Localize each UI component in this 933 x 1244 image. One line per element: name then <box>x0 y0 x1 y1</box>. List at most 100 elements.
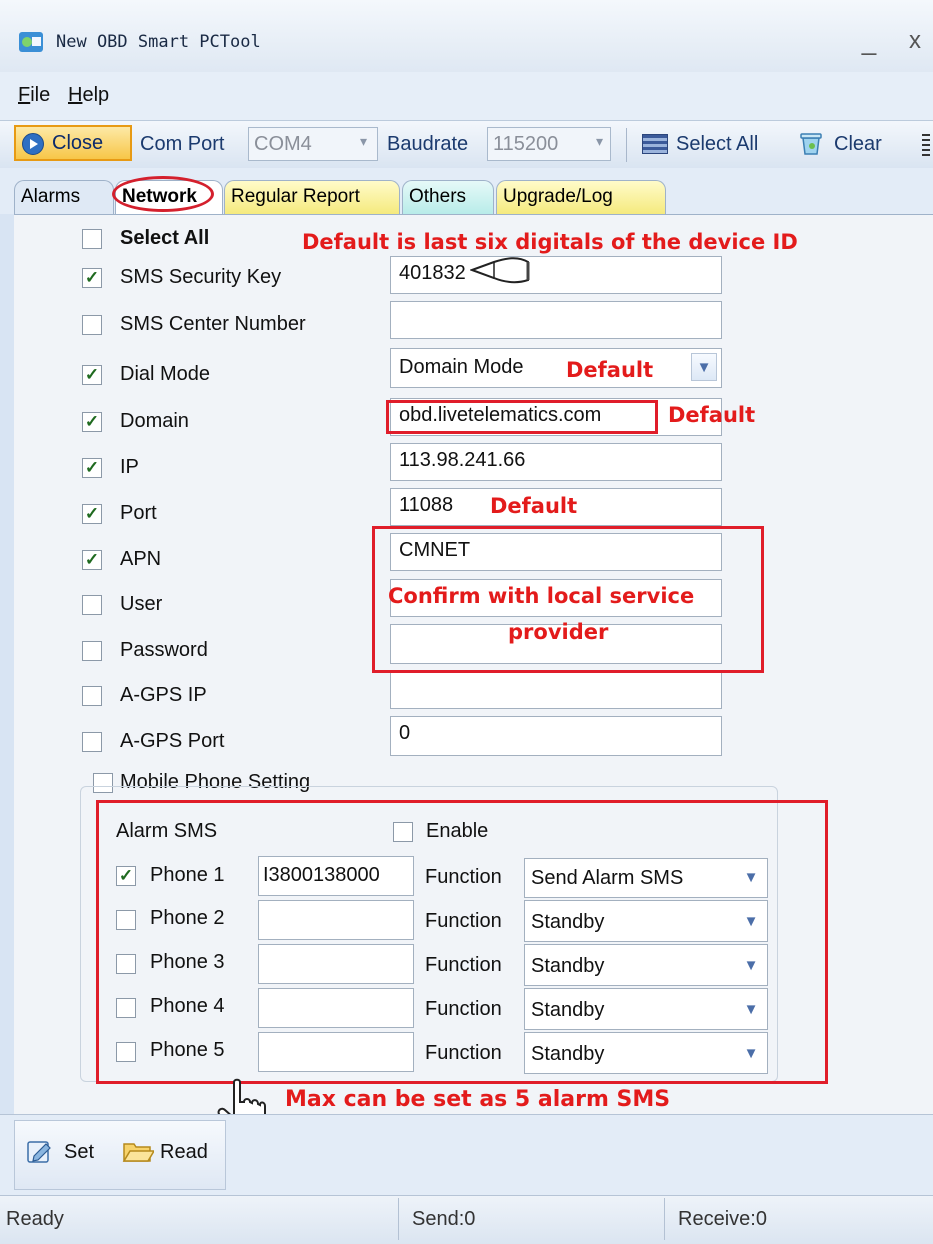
clear-icon <box>800 133 822 155</box>
phone-1-number-input[interactable]: I3800138000 <box>258 856 414 896</box>
password-label: Password <box>120 639 208 661</box>
chevron-down-icon: ▾ <box>596 133 604 149</box>
read-button[interactable]: Read <box>160 1141 208 1164</box>
baudrate-label: Baudrate <box>387 133 469 155</box>
alarm-sms-enable-label: Enable <box>426 820 489 842</box>
play-icon <box>22 133 44 155</box>
device-id-annotation: Default is last six digitals of the devi… <box>302 230 798 254</box>
select-all-button[interactable]: Select All <box>676 133 758 156</box>
toolbar-separator <box>626 128 627 162</box>
domain-label: Domain <box>120 410 189 432</box>
chevron-down-icon: ▼ <box>743 869 759 886</box>
status-send: Send:0 <box>412 1208 476 1230</box>
phone-1-checkbox[interactable]: ✓ <box>116 866 136 886</box>
clear-button[interactable]: Clear <box>834 133 882 156</box>
app-icon <box>19 32 43 52</box>
phone-5-number-input[interactable] <box>258 1032 414 1072</box>
sms-security-key-label: SMS Security Key <box>120 266 282 288</box>
status-separator <box>398 1198 399 1240</box>
agps-port-checkbox[interactable] <box>82 732 102 752</box>
phone-4-label: Phone 4 <box>150 995 225 1017</box>
toolbar-overflow-icon[interactable] <box>922 134 930 156</box>
agps-ip-checkbox[interactable] <box>82 686 102 706</box>
dial-mode-checkbox[interactable]: ✓ <box>82 365 102 385</box>
minimize-button[interactable]: _ <box>856 26 882 56</box>
tab-regular-report-label: Regular Report <box>231 186 360 207</box>
status-receive: Receive:0 <box>678 1208 767 1230</box>
sms-center-number-input[interactable] <box>390 301 722 339</box>
agps-port-input[interactable]: 0 <box>390 716 722 756</box>
phone-5-function-label: Function <box>425 1042 502 1064</box>
port-checkbox[interactable]: ✓ <box>82 504 102 524</box>
phone-2-label: Phone 2 <box>150 907 225 929</box>
set-icon <box>27 1141 51 1163</box>
ip-input[interactable]: 113.98.241.66 <box>390 443 722 481</box>
phone-3-function-select[interactable]: Standby <box>524 944 768 986</box>
phone-2-function-label: Function <box>425 910 502 932</box>
ip-checkbox[interactable]: ✓ <box>82 458 102 478</box>
phone-5-checkbox[interactable] <box>116 1042 136 1062</box>
chevron-down-icon: ▼ <box>743 957 759 974</box>
apn-label: APN <box>120 548 162 570</box>
com-port-label: Com Port <box>140 133 225 155</box>
chevron-down-icon: ▼ <box>691 353 717 381</box>
user-checkbox[interactable] <box>82 595 102 615</box>
agps-ip-input[interactable] <box>390 671 722 709</box>
phone-5-function-select[interactable]: Standby <box>524 1032 768 1074</box>
alarm-sms-enable-checkbox[interactable] <box>393 822 413 842</box>
menu-help-label: elp <box>82 84 110 106</box>
phone-3-number-input[interactable] <box>258 944 414 984</box>
menu-file[interactable]: File <box>18 84 50 107</box>
menu-help[interactable]: Help <box>68 84 109 107</box>
dial-mode-label: Dial Mode <box>120 363 211 385</box>
chevron-down-icon: ▾ <box>360 133 368 149</box>
dial-mode-select[interactable]: Domain Mode <box>390 348 722 388</box>
phone-4-checkbox[interactable] <box>116 998 136 1018</box>
dial-mode-default-annotation: Default <box>566 358 654 382</box>
ip-label: IP <box>120 456 139 478</box>
phone-3-label: Phone 3 <box>150 951 225 973</box>
phone-1-function-select[interactable]: Send Alarm SMS <box>524 858 768 898</box>
port-label: Port <box>120 502 157 524</box>
menu-help-accelerator: H <box>68 84 83 106</box>
domain-default-annotation: Default <box>668 403 756 427</box>
sms-center-number-label: SMS Center Number <box>120 313 306 335</box>
sms-security-key-checkbox[interactable]: ✓ <box>82 268 102 288</box>
phone-2-function-select[interactable]: Standby <box>524 900 768 942</box>
tab-regular-report[interactable]: Regular Report <box>224 180 400 214</box>
sms-security-key-input[interactable]: 401832 <box>390 256 722 294</box>
apn-checkbox[interactable]: ✓ <box>82 550 102 570</box>
close-port-label: Close <box>52 132 104 154</box>
select-all-checkbox[interactable] <box>82 229 102 249</box>
menu-file-accelerator: F <box>18 84 31 106</box>
phone-2-checkbox[interactable] <box>116 910 136 930</box>
user-label: User <box>120 593 163 615</box>
port-default-annotation: Default <box>490 494 578 518</box>
apn-annotation-line1: Confirm with local service <box>388 584 695 608</box>
menu-bar <box>0 72 933 120</box>
phone-5-label: Phone 5 <box>150 1039 225 1061</box>
domain-highlight-box <box>386 400 658 434</box>
phone-4-number-input[interactable] <box>258 988 414 1028</box>
hand-pointer-icon <box>470 257 530 284</box>
tab-upgrade-log-label: Upgrade/Log <box>503 186 613 207</box>
tab-upgrade-log[interactable]: Upgrade/Log <box>496 180 666 214</box>
tab-others[interactable]: Others <box>402 180 494 214</box>
phone-4-function-select[interactable]: Standby <box>524 988 768 1030</box>
alarm-sms-annotation: Max can be set as 5 alarm SMS <box>285 1087 671 1112</box>
menu-file-label: ile <box>30 84 51 106</box>
domain-checkbox[interactable]: ✓ <box>82 412 102 432</box>
phone-4-function-label: Function <box>425 998 502 1020</box>
phone-1-function-label: Function <box>425 866 502 888</box>
apn-annotation-line2: provider <box>508 620 609 644</box>
tab-alarms[interactable]: Alarms <box>14 180 114 214</box>
password-checkbox[interactable] <box>82 641 102 661</box>
tab-others-label: Others <box>409 186 467 207</box>
set-button[interactable]: Set <box>64 1141 94 1164</box>
baudrate-value: 115200 <box>493 133 559 155</box>
close-window-button[interactable]: x <box>902 26 928 56</box>
phone-1-label: Phone 1 <box>150 864 225 886</box>
phone-2-number-input[interactable] <box>258 900 414 940</box>
sms-center-number-checkbox[interactable] <box>82 315 102 335</box>
phone-3-checkbox[interactable] <box>116 954 136 974</box>
